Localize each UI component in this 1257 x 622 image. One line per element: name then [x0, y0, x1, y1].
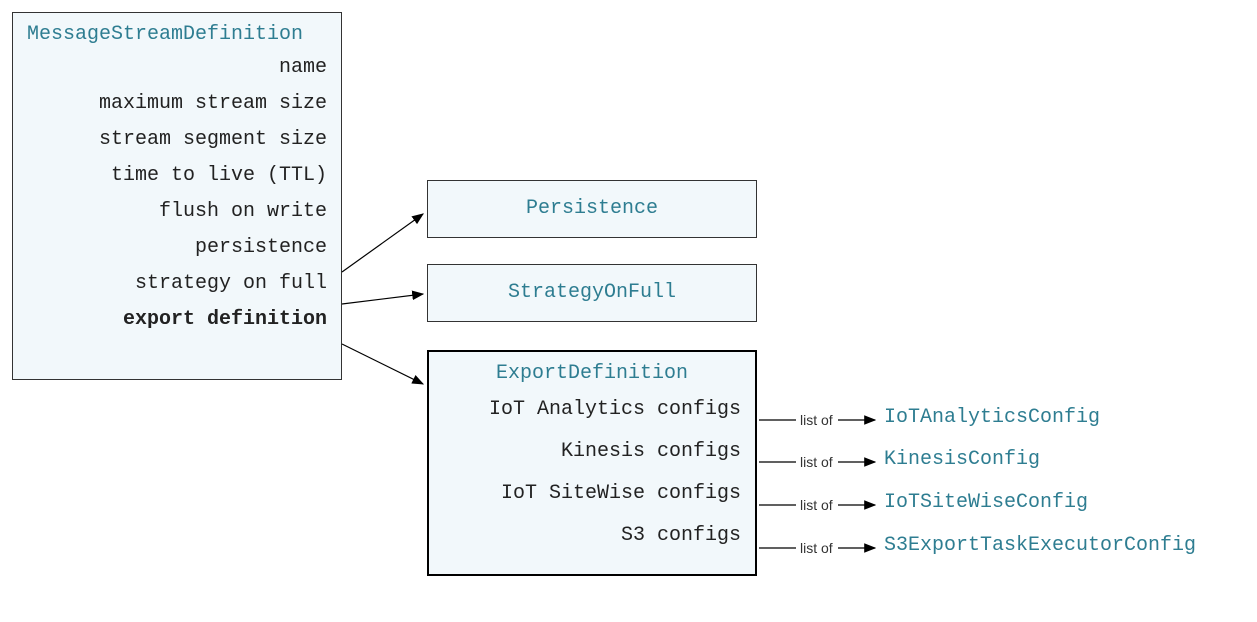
- msd-title: MessageStreamDefinition: [13, 13, 341, 50]
- export-definition-box: ExportDefinition IoT Analytics configs K…: [427, 350, 757, 576]
- msd-prop-export: export definition: [27, 302, 327, 338]
- message-stream-definition-box: MessageStreamDefinition name maximum str…: [12, 12, 342, 380]
- strategy-box: StrategyOnFull: [427, 264, 757, 322]
- strategy-label: StrategyOnFull: [428, 265, 756, 320]
- export-prop-list: IoT Analytics configs Kinesis configs Io…: [429, 389, 755, 571]
- export-prop-kinesis: Kinesis configs: [443, 431, 741, 473]
- list-of-label-3: list of: [800, 497, 833, 513]
- arrow-to-strategy: [342, 294, 423, 304]
- msd-prop-name: name: [27, 50, 327, 86]
- config-type-iotanalytics: IoTAnalyticsConfig: [884, 406, 1100, 429]
- export-prop-iotanalytics: IoT Analytics configs: [443, 389, 741, 431]
- persistence-label: Persistence: [428, 181, 756, 236]
- config-type-sitewise: IoTSiteWiseConfig: [884, 491, 1088, 514]
- msd-prop-maxsize: maximum stream size: [27, 86, 327, 122]
- list-of-label-4: list of: [800, 540, 833, 556]
- msd-prop-list: name maximum stream size stream segment …: [13, 50, 341, 350]
- msd-prop-strategy: strategy on full: [27, 266, 327, 302]
- persistence-box: Persistence: [427, 180, 757, 238]
- config-type-s3export: S3ExportTaskExecutorConfig: [884, 534, 1196, 557]
- arrow-to-export: [342, 344, 423, 384]
- msd-prop-flush: flush on write: [27, 194, 327, 230]
- msd-prop-ttl: time to live (TTL): [27, 158, 327, 194]
- export-title: ExportDefinition: [429, 352, 755, 389]
- config-type-kinesis: KinesisConfig: [884, 448, 1040, 471]
- msd-prop-persistence: persistence: [27, 230, 327, 266]
- list-of-label-2: list of: [800, 454, 833, 470]
- msd-prop-segsize: stream segment size: [27, 122, 327, 158]
- export-prop-s3: S3 configs: [443, 515, 741, 557]
- export-prop-sitewise: IoT SiteWise configs: [443, 473, 741, 515]
- list-of-label-1: list of: [800, 412, 833, 428]
- arrow-to-persistence: [342, 214, 423, 272]
